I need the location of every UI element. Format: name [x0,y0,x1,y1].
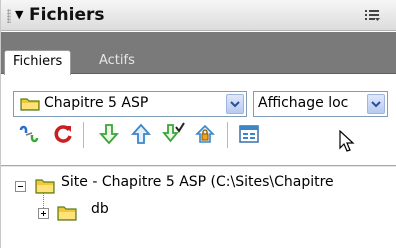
expand-toggle-icon[interactable] [38,208,49,219]
site-root-folder-icon [35,179,55,194]
site-dropdown-value: Chapitre 5 ASP [44,95,149,111]
check-out-icon[interactable] [161,122,185,146]
site-dropdown[interactable]: Chapitre 5 ASP [13,91,247,117]
expand-site-icon[interactable] [237,122,261,146]
site-dropdown-chevron-icon[interactable] [226,94,244,114]
panel-titlebar[interactable]: ▼ Fichiers [1,0,396,31]
file-tree: Site - Chapitre 5 ASP (C:\Sites\Chapitre… [1,170,396,248]
put-files-icon[interactable] [129,122,153,146]
view-dropdown-chevron-icon[interactable] [367,94,385,114]
toolbar-separator [227,122,228,148]
files-panel: ▼ Fichiers Fichiers Actifs Chapitre 5 AS… [0,0,396,248]
grip-handle-icon[interactable] [7,9,11,23]
panel-options-icon[interactable] [365,9,381,23]
site-root-label: Site - Chapitre 5 ASP (C:\Sites\Chapitre [61,174,334,190]
site-folder-icon [20,98,40,111]
db-folder-label: db [91,201,109,217]
collapse-toggle-icon[interactable] [15,181,26,192]
tab-actifs[interactable]: Actifs [91,50,143,74]
tree-row-site[interactable]: Site - Chapitre 5 ASP (C:\Sites\Chapitre [1,174,396,198]
tree-row-db[interactable]: db [1,201,396,225]
mouse-pointer-icon [339,130,355,152]
files-toolbar [1,116,396,156]
connect-icon[interactable] [17,122,41,146]
refresh-icon[interactable] [51,122,75,146]
view-dropdown[interactable]: Affichage loc [253,91,388,117]
collapse-arrow-icon[interactable]: ▼ [15,8,23,21]
db-folder-icon [57,206,77,221]
check-in-icon[interactable] [193,122,217,146]
tab-strip: Fichiers Actifs [1,32,396,75]
site-selector-row: Chapitre 5 ASP Affichage loc [1,83,396,117]
panel-divider [1,165,396,167]
get-files-icon[interactable] [97,122,121,146]
panel-title: Fichiers [29,5,105,25]
view-dropdown-value: Affichage loc [258,95,349,111]
tab-fichiers[interactable]: Fichiers [4,50,72,75]
toolbar-separator [83,122,84,148]
